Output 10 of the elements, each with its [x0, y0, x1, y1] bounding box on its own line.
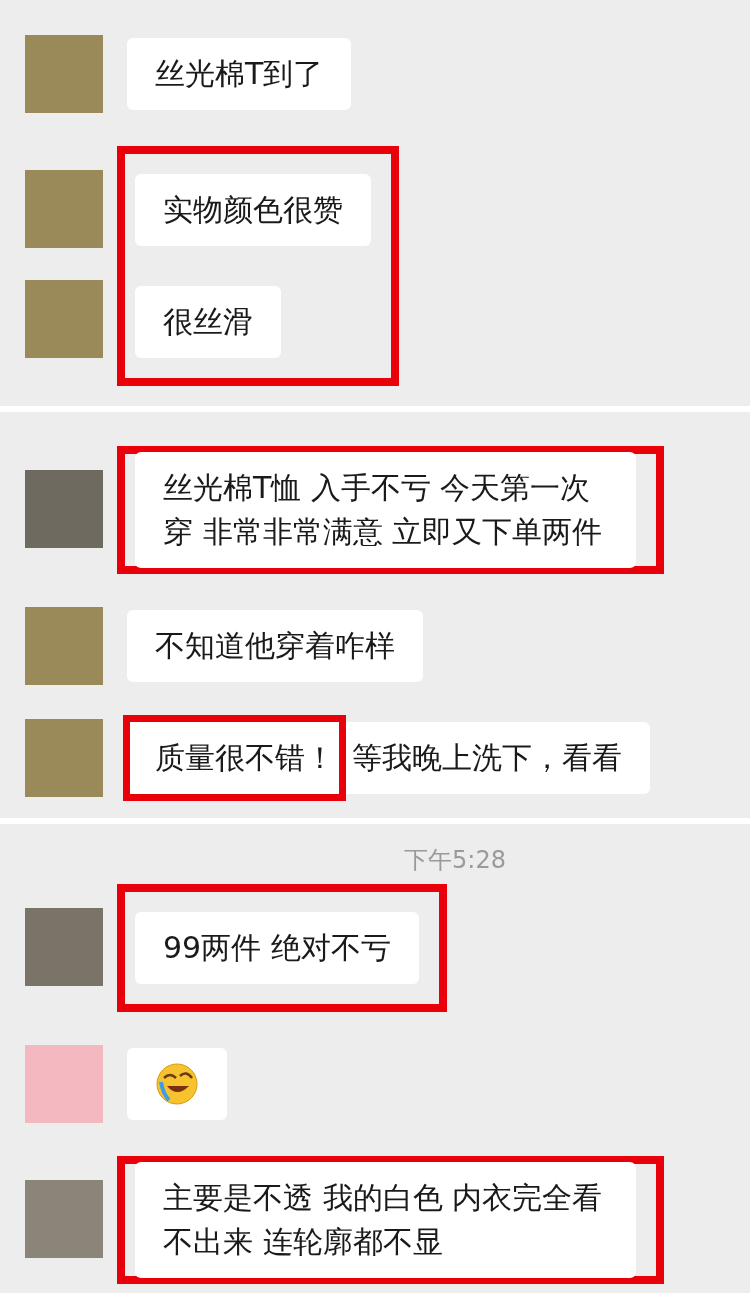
timestamp: 下午5:28 — [403, 848, 507, 872]
message-bubble: 实物颜色很赞 — [135, 174, 371, 246]
message-bubble: 不知道他穿着咋样 — [127, 610, 423, 682]
message-bubble: 丝光棉T到了 — [127, 38, 352, 110]
message-bubble: 主要是不透 我的白色 内衣完全看不出来 连轮廓都不显 — [135, 1162, 636, 1278]
laughing-face-icon — [155, 1062, 199, 1106]
message-bubble: 丝光棉T恤 入手不亏 今天第一次穿 非常非常满意 立即又下单两件 — [135, 452, 636, 568]
message-bubble: 很丝滑 — [135, 286, 281, 358]
highlighted-text: 质量很不错！ — [123, 715, 346, 801]
message-bubble: 99两件 绝对不亏 — [135, 912, 419, 984]
